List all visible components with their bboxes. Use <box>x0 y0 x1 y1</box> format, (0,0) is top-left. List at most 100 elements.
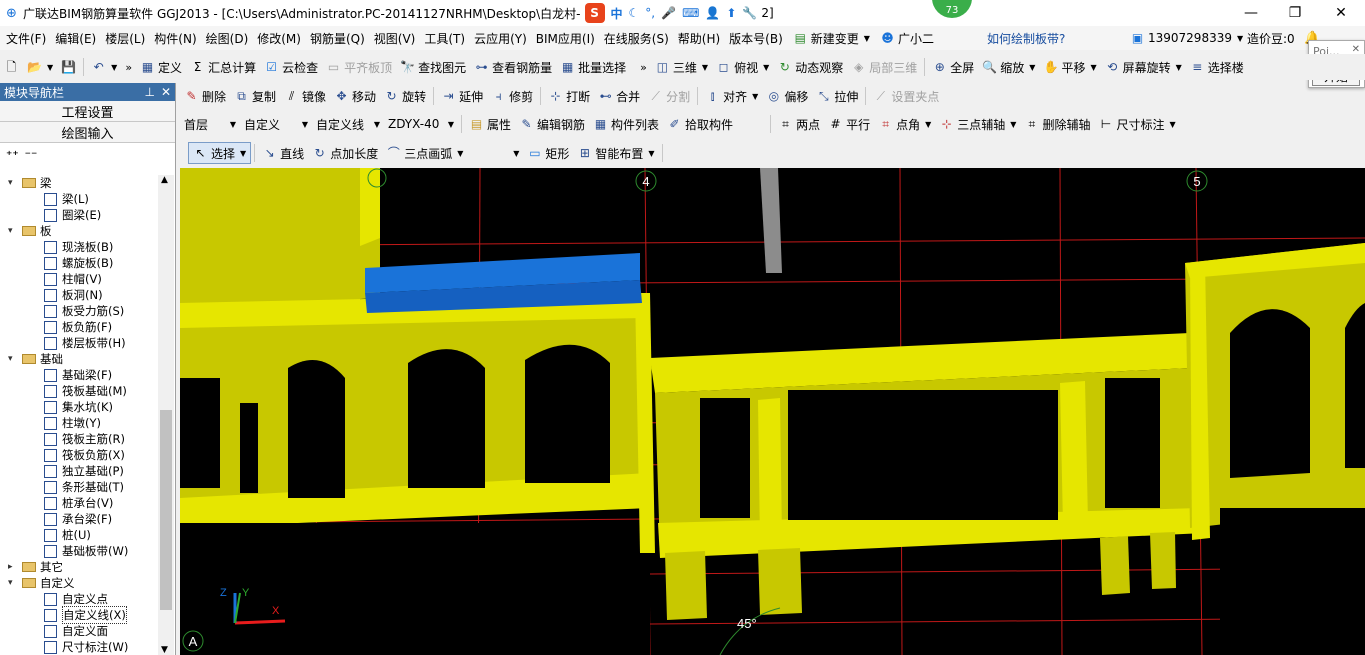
minimize-button[interactable]: — <box>1228 5 1274 21</box>
tree-item[interactable]: 楼层板带(H) <box>0 335 158 351</box>
tree-item[interactable]: 集水坑(K) <box>0 399 158 415</box>
collapse-icon[interactable]: ▾ <box>8 354 18 364</box>
drawing-input-button[interactable]: 绘图输入 <box>0 122 175 143</box>
extend-button[interactable]: ⇥ 延伸 <box>437 85 487 107</box>
tree-item[interactable]: 柱墩(Y) <box>0 415 158 431</box>
mic-icon[interactable]: 🎤 <box>661 6 676 20</box>
align-button[interactable]: ⫾ 对齐 ▼ <box>701 85 762 107</box>
tree-item[interactable]: 桩承台(V) <box>0 495 158 511</box>
scroll-up-icon[interactable]: ▲ <box>161 175 168 185</box>
undo-button[interactable]: ↶ ▼ <box>87 56 121 78</box>
menu-item[interactable]: 版本号(B) <box>729 30 783 47</box>
tree-folder[interactable]: ▾ 梁 <box>0 175 158 191</box>
rotate-button[interactable]: ↻ 旋转 <box>380 85 430 107</box>
view-rebar-button[interactable]: ⊶ 查看钢筋量 <box>470 56 556 78</box>
three-point-axis-button[interactable]: ⊹ 三点辅轴 ▼ <box>935 113 1020 135</box>
select-button[interactable]: ↖ 选择 ▼ <box>188 142 252 164</box>
delete-axis-button[interactable]: ⌗ 删除辅轴 <box>1020 113 1094 135</box>
3d-view-button[interactable]: ◫ 三维 ▼ <box>651 56 712 78</box>
expand-all-icon[interactable]: ⁺⁺ <box>6 148 19 162</box>
trim-button[interactable]: ⫞ 修剪 <box>487 85 537 107</box>
tree-item[interactable]: 尺寸标注(W) <box>0 639 158 655</box>
keyboard-icon[interactable]: ⌨ <box>682 6 699 20</box>
fullscreen-button[interactable]: ⊕ 全屏 <box>928 56 978 78</box>
tree-item[interactable]: 板负筋(F) <box>0 319 158 335</box>
top-view-button[interactable]: ◻ 俯视 ▼ <box>712 56 773 78</box>
rectangle-button[interactable]: ▭ 矩形 <box>523 142 573 164</box>
new-file-button[interactable]: 🗋 <box>0 56 23 78</box>
point-length-button[interactable]: ↻ 点加长度 <box>308 142 382 164</box>
assistant-button[interactable]: ☻ 广小二 <box>880 30 934 47</box>
expand-icon[interactable]: ▸ <box>8 562 18 572</box>
ime-toolbar[interactable]: S 中 ☾ °, 🎤 ⌨ 👤 ⬆ 🔧 <box>580 2 762 24</box>
tree-item[interactable]: 自定义线(X) <box>0 606 158 624</box>
toolbar-overflow-2[interactable]: » <box>636 56 651 78</box>
menu-item[interactable]: 构件(N) <box>154 30 196 47</box>
tree-item[interactable]: 现浇板(B) <box>0 239 158 255</box>
collapse-icon[interactable]: ▾ <box>8 578 18 588</box>
move-button[interactable]: ✥ 移动 <box>330 85 380 107</box>
tree-item[interactable]: 筏板主筋(R) <box>0 431 158 447</box>
collapse-icon[interactable]: ▾ <box>8 226 18 236</box>
menu-item[interactable]: 文件(F) <box>6 30 46 47</box>
three-point-arc-button[interactable]: ⌒ 三点画弧 ▼ <box>382 142 467 164</box>
arc-mode-select[interactable]: ▼ <box>467 143 523 163</box>
component-select[interactable]: ZDYX-40 ▼ <box>384 114 458 134</box>
category-select[interactable]: 自定义 ▼ <box>240 114 312 134</box>
menu-item[interactable]: 在线服务(S) <box>604 30 669 47</box>
set-grip-button[interactable]: ⟋ 设置夹点 <box>869 85 943 107</box>
cloud-check-button[interactable]: ☑ 云检查 <box>260 56 322 78</box>
tree-item[interactable]: 自定义点 <box>0 591 158 607</box>
menu-item[interactable]: 楼层(L) <box>105 30 145 47</box>
tree-folder[interactable]: ▾ 自定义 <box>0 575 158 591</box>
copy-button[interactable]: ⧉ 复制 <box>230 85 280 107</box>
shirt-icon[interactable]: ⬆ <box>726 6 736 20</box>
select-floor-button[interactable]: ≡ 选择楼 <box>1186 56 1248 78</box>
menu-item[interactable]: 帮助(H) <box>678 30 720 47</box>
collapse-all-icon[interactable]: ⁻⁻ <box>25 148 38 162</box>
help-link[interactable]: 如何绘制板带? <box>987 30 1065 47</box>
wrench-icon[interactable]: 🔧 <box>742 6 757 20</box>
pick-component-button[interactable]: ✐ 拾取构件 <box>663 113 737 135</box>
floor-select[interactable]: 首层 ▼ <box>180 114 240 134</box>
tree-item[interactable]: 筏板负筋(X) <box>0 447 158 463</box>
dimension-button[interactable]: ⊢ 尺寸标注 ▼ <box>1094 113 1179 135</box>
offset-button[interactable]: ◎ 偏移 <box>762 85 812 107</box>
tree-item[interactable]: 基础梁(F) <box>0 367 158 383</box>
drawing-canvas[interactable]: 4 5 A 45° X Y Z <box>180 168 1365 655</box>
menu-item[interactable]: 编辑(E) <box>55 30 96 47</box>
tree-item[interactable]: 桩(U) <box>0 527 158 543</box>
tree-folder[interactable]: ▸ 其它 <box>0 559 158 575</box>
zoom-button[interactable]: 🔍 缩放 ▼ <box>978 56 1039 78</box>
local-3d-button[interactable]: ◈ 局部三维 <box>847 56 921 78</box>
save-button[interactable]: 💾 <box>57 56 80 78</box>
tree-item[interactable]: 螺旋板(B) <box>0 255 158 271</box>
tree-item[interactable]: 自定义面 <box>0 623 158 639</box>
tree-scrollbar[interactable]: ▲ ▼ <box>158 175 174 655</box>
menu-item[interactable]: 云应用(Y) <box>474 30 527 47</box>
calc-button[interactable]: Σ 汇总计算 <box>186 56 260 78</box>
panel-close-icon[interactable]: ✕ <box>161 85 171 99</box>
menu-item[interactable]: 修改(M) <box>257 30 301 47</box>
tree-item[interactable]: 圈梁(E) <box>0 207 158 223</box>
tree-item[interactable]: 独立基础(P) <box>0 463 158 479</box>
split-button[interactable]: ⟋ 分割 <box>644 85 694 107</box>
menu-item[interactable]: 钢筋量(Q) <box>310 30 365 47</box>
pin-icon[interactable]: ⊥ <box>144 85 154 99</box>
new-change-button[interactable]: ▤ 新建变更 ▼ <box>793 30 870 47</box>
properties-button[interactable]: ▤ 属性 <box>465 113 515 135</box>
collapse-icon[interactable]: ▾ <box>8 178 18 188</box>
tree-item[interactable]: 板洞(N) <box>0 287 158 303</box>
break-button[interactable]: ⊹ 打断 <box>544 85 594 107</box>
menu-item[interactable]: 绘图(D) <box>206 30 249 47</box>
project-settings-button[interactable]: 工程设置 <box>0 101 175 122</box>
align-slab-button[interactable]: ▭ 平齐板顶 <box>322 56 396 78</box>
type-select[interactable]: 自定义线 ▼ <box>312 114 384 134</box>
scroll-down-icon[interactable]: ▼ <box>161 645 168 655</box>
pan-button[interactable]: ✋ 平移 ▼ <box>1039 56 1100 78</box>
tree-folder[interactable]: ▾ 基础 <box>0 351 158 367</box>
tree-item[interactable]: 柱帽(V) <box>0 271 158 287</box>
rotate-screen-button[interactable]: ⟲ 屏幕旋转 ▼ <box>1101 56 1186 78</box>
punct-icon[interactable]: °, <box>645 6 655 20</box>
scroll-thumb[interactable] <box>160 410 172 610</box>
